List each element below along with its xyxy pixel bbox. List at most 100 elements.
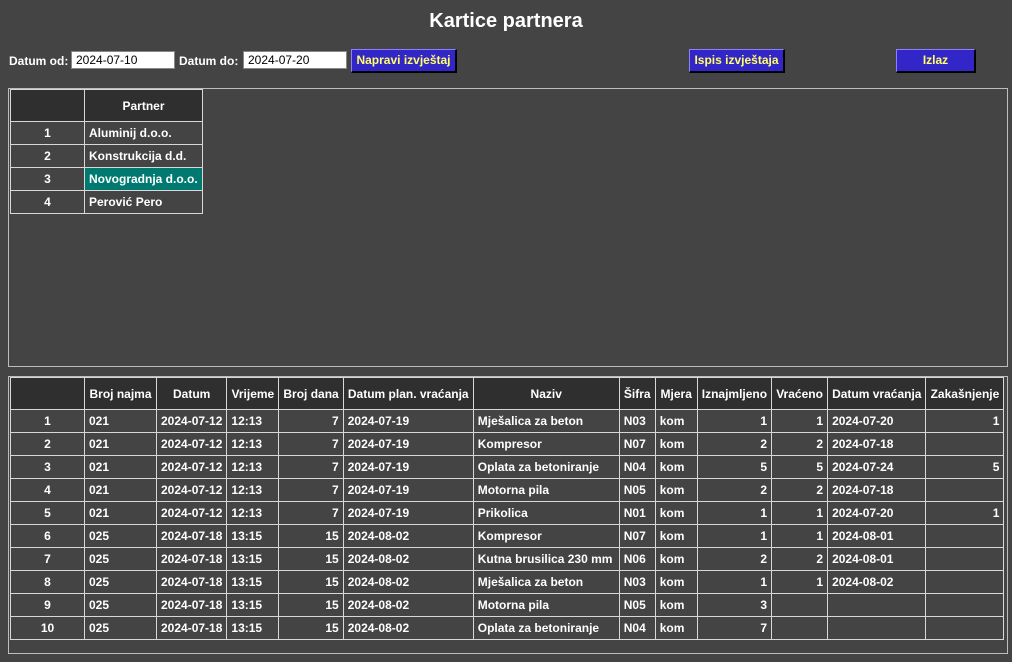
- partner-index-header: [10, 89, 85, 122]
- table-row[interactable]: 7 025 2024-07-18 13:15 15 2024-08-02 Kutna bru…: [10, 547, 1005, 571]
- delay: 5: [925, 455, 1005, 479]
- item-name-header[interactable]: Naziv: [472, 377, 620, 410]
- table-row[interactable]: 5 021 2024-07-12 12:13 7 2024-07-19 Prikolica N…: [10, 501, 1005, 525]
- planned-return-date: 2024-07-19: [342, 478, 474, 502]
- days: 15: [278, 524, 344, 548]
- unit: kom: [654, 409, 698, 433]
- table-row[interactable]: 9 025 2024-07-18 13:15 15 2024-08-02 Motorna p…: [10, 593, 1005, 617]
- partner-name[interactable]: Perović Pero: [84, 190, 203, 214]
- delay-header[interactable]: Zakašnjenje: [925, 377, 1005, 410]
- unit: kom: [654, 432, 698, 456]
- rental-time: 12:13: [226, 501, 280, 525]
- partner-name[interactable]: Konstrukcija d.d.: [84, 144, 203, 168]
- table-row[interactable]: 6 025 2024-07-18 13:15 15 2024-08-02 Kompresor…: [10, 524, 1005, 548]
- partner-row[interactable]: 4 Perović Pero: [10, 190, 203, 214]
- partner-panel: Partner 1 Aluminij d.o.o. 2 Konstrukcija d.…: [8, 88, 1008, 367]
- row-index: 5: [10, 501, 85, 525]
- rental-number-header[interactable]: Broj najma: [84, 377, 157, 410]
- table-row[interactable]: 2 021 2024-07-12 12:13 7 2024-07-19 Kompresor N…: [10, 432, 1005, 456]
- date-to-label: Datum do:: [179, 54, 239, 68]
- days: 7: [278, 409, 344, 433]
- item-name: Kompresor: [472, 432, 620, 456]
- make-report-button[interactable]: Napravi izvještaj: [351, 49, 457, 73]
- rental-time: 13:15: [226, 616, 280, 640]
- unit: kom: [654, 616, 698, 640]
- row-index: 4: [10, 478, 85, 502]
- returned-qty: 5: [771, 455, 829, 479]
- return-date: [827, 593, 927, 617]
- rental-number: 025: [84, 570, 157, 594]
- rental-date: 2024-07-18: [155, 547, 228, 571]
- time-header[interactable]: Vrijeme: [226, 377, 280, 410]
- item-code: N05: [618, 478, 656, 502]
- row-index: 7: [10, 547, 85, 571]
- partner-row[interactable]: 3 Novogradnja d.o.o.: [10, 167, 203, 191]
- date-header[interactable]: Datum: [155, 377, 228, 410]
- item-code: N03: [618, 570, 656, 594]
- rental-date: 2024-07-18: [155, 616, 228, 640]
- partner-row-index: 1: [10, 121, 85, 145]
- planned-return-date: 2024-07-19: [342, 455, 474, 479]
- return-date-header[interactable]: Datum vraćanja: [827, 377, 927, 410]
- exit-button[interactable]: Izlaz: [896, 49, 976, 73]
- partner-name[interactable]: Novogradnja d.o.o.: [84, 167, 203, 191]
- days-header[interactable]: Broj dana: [278, 377, 344, 410]
- planned-return-date: 2024-08-02: [342, 593, 474, 617]
- table-row[interactable]: 1 021 2024-07-12 12:13 7 2024-07-19 Mješalica …: [10, 409, 1005, 433]
- rental-number: 021: [84, 478, 157, 502]
- date-from-input[interactable]: 2024-07-10: [71, 51, 175, 69]
- date-to-input[interactable]: 2024-07-20: [243, 51, 347, 69]
- days: 7: [278, 501, 344, 525]
- rented-qty: 2: [696, 547, 773, 571]
- table-row[interactable]: 3 021 2024-07-12 12:13 7 2024-07-19 Oplata za …: [10, 455, 1005, 479]
- return-date: 2024-08-01: [827, 547, 927, 571]
- rented-qty: 3: [696, 593, 773, 617]
- rented-qty: 1: [696, 570, 773, 594]
- return-date: 2024-07-18: [827, 432, 927, 456]
- rental-date: 2024-07-12: [155, 478, 228, 502]
- rented-header[interactable]: Iznajmljeno: [696, 377, 773, 410]
- partner-row[interactable]: 2 Konstrukcija d.d.: [10, 144, 203, 168]
- unit: kom: [654, 547, 698, 571]
- delay: [925, 524, 1005, 548]
- print-report-button[interactable]: Ispis izvještaja: [689, 49, 785, 73]
- rental-date: 2024-07-18: [155, 593, 228, 617]
- item-code: N04: [618, 455, 656, 479]
- return-date: 2024-07-24: [827, 455, 927, 479]
- row-index-header[interactable]: [10, 377, 85, 410]
- partner-row[interactable]: 1 Aluminij d.o.o.: [10, 121, 203, 145]
- planned-return-date: 2024-08-02: [342, 616, 474, 640]
- table-row[interactable]: 10 025 2024-07-18 13:15 15 2024-08-02 Oplata z…: [10, 616, 1005, 640]
- returned-qty: 1: [771, 409, 829, 433]
- rental-number: 025: [84, 547, 157, 571]
- partner-name[interactable]: Aluminij d.o.o.: [84, 121, 203, 145]
- rental-date: 2024-07-12: [155, 501, 228, 525]
- row-index: 3: [10, 455, 85, 479]
- unit: kom: [654, 524, 698, 548]
- item-code: N03: [618, 409, 656, 433]
- rented-qty: 1: [696, 524, 773, 548]
- days: 15: [278, 593, 344, 617]
- delay: 1: [925, 409, 1005, 433]
- unit: kom: [654, 455, 698, 479]
- return-date: 2024-07-20: [827, 409, 927, 433]
- rental-date: 2024-07-18: [155, 524, 228, 548]
- planned-return-header[interactable]: Datum plan. vraćanja: [342, 377, 474, 410]
- unit-header[interactable]: Mjera: [654, 377, 698, 410]
- rental-number: 025: [84, 593, 157, 617]
- delay: [925, 593, 1005, 617]
- days: 15: [278, 570, 344, 594]
- rental-number: 021: [84, 501, 157, 525]
- returned-header[interactable]: Vraćeno: [771, 377, 829, 410]
- rental-time: 12:13: [226, 409, 280, 433]
- row-index: 8: [10, 570, 85, 594]
- return-date: 2024-08-02: [827, 570, 927, 594]
- rental-number: 021: [84, 409, 157, 433]
- item-code: N07: [618, 524, 656, 548]
- returned-qty: 1: [771, 501, 829, 525]
- days: 7: [278, 478, 344, 502]
- rental-time: 13:15: [226, 570, 280, 594]
- table-row[interactable]: 8 025 2024-07-18 13:15 15 2024-08-02 Mješalica…: [10, 570, 1005, 594]
- table-row[interactable]: 4 021 2024-07-12 12:13 7 2024-07-19 Motorna pi…: [10, 478, 1005, 502]
- code-header[interactable]: Šifra: [618, 377, 656, 410]
